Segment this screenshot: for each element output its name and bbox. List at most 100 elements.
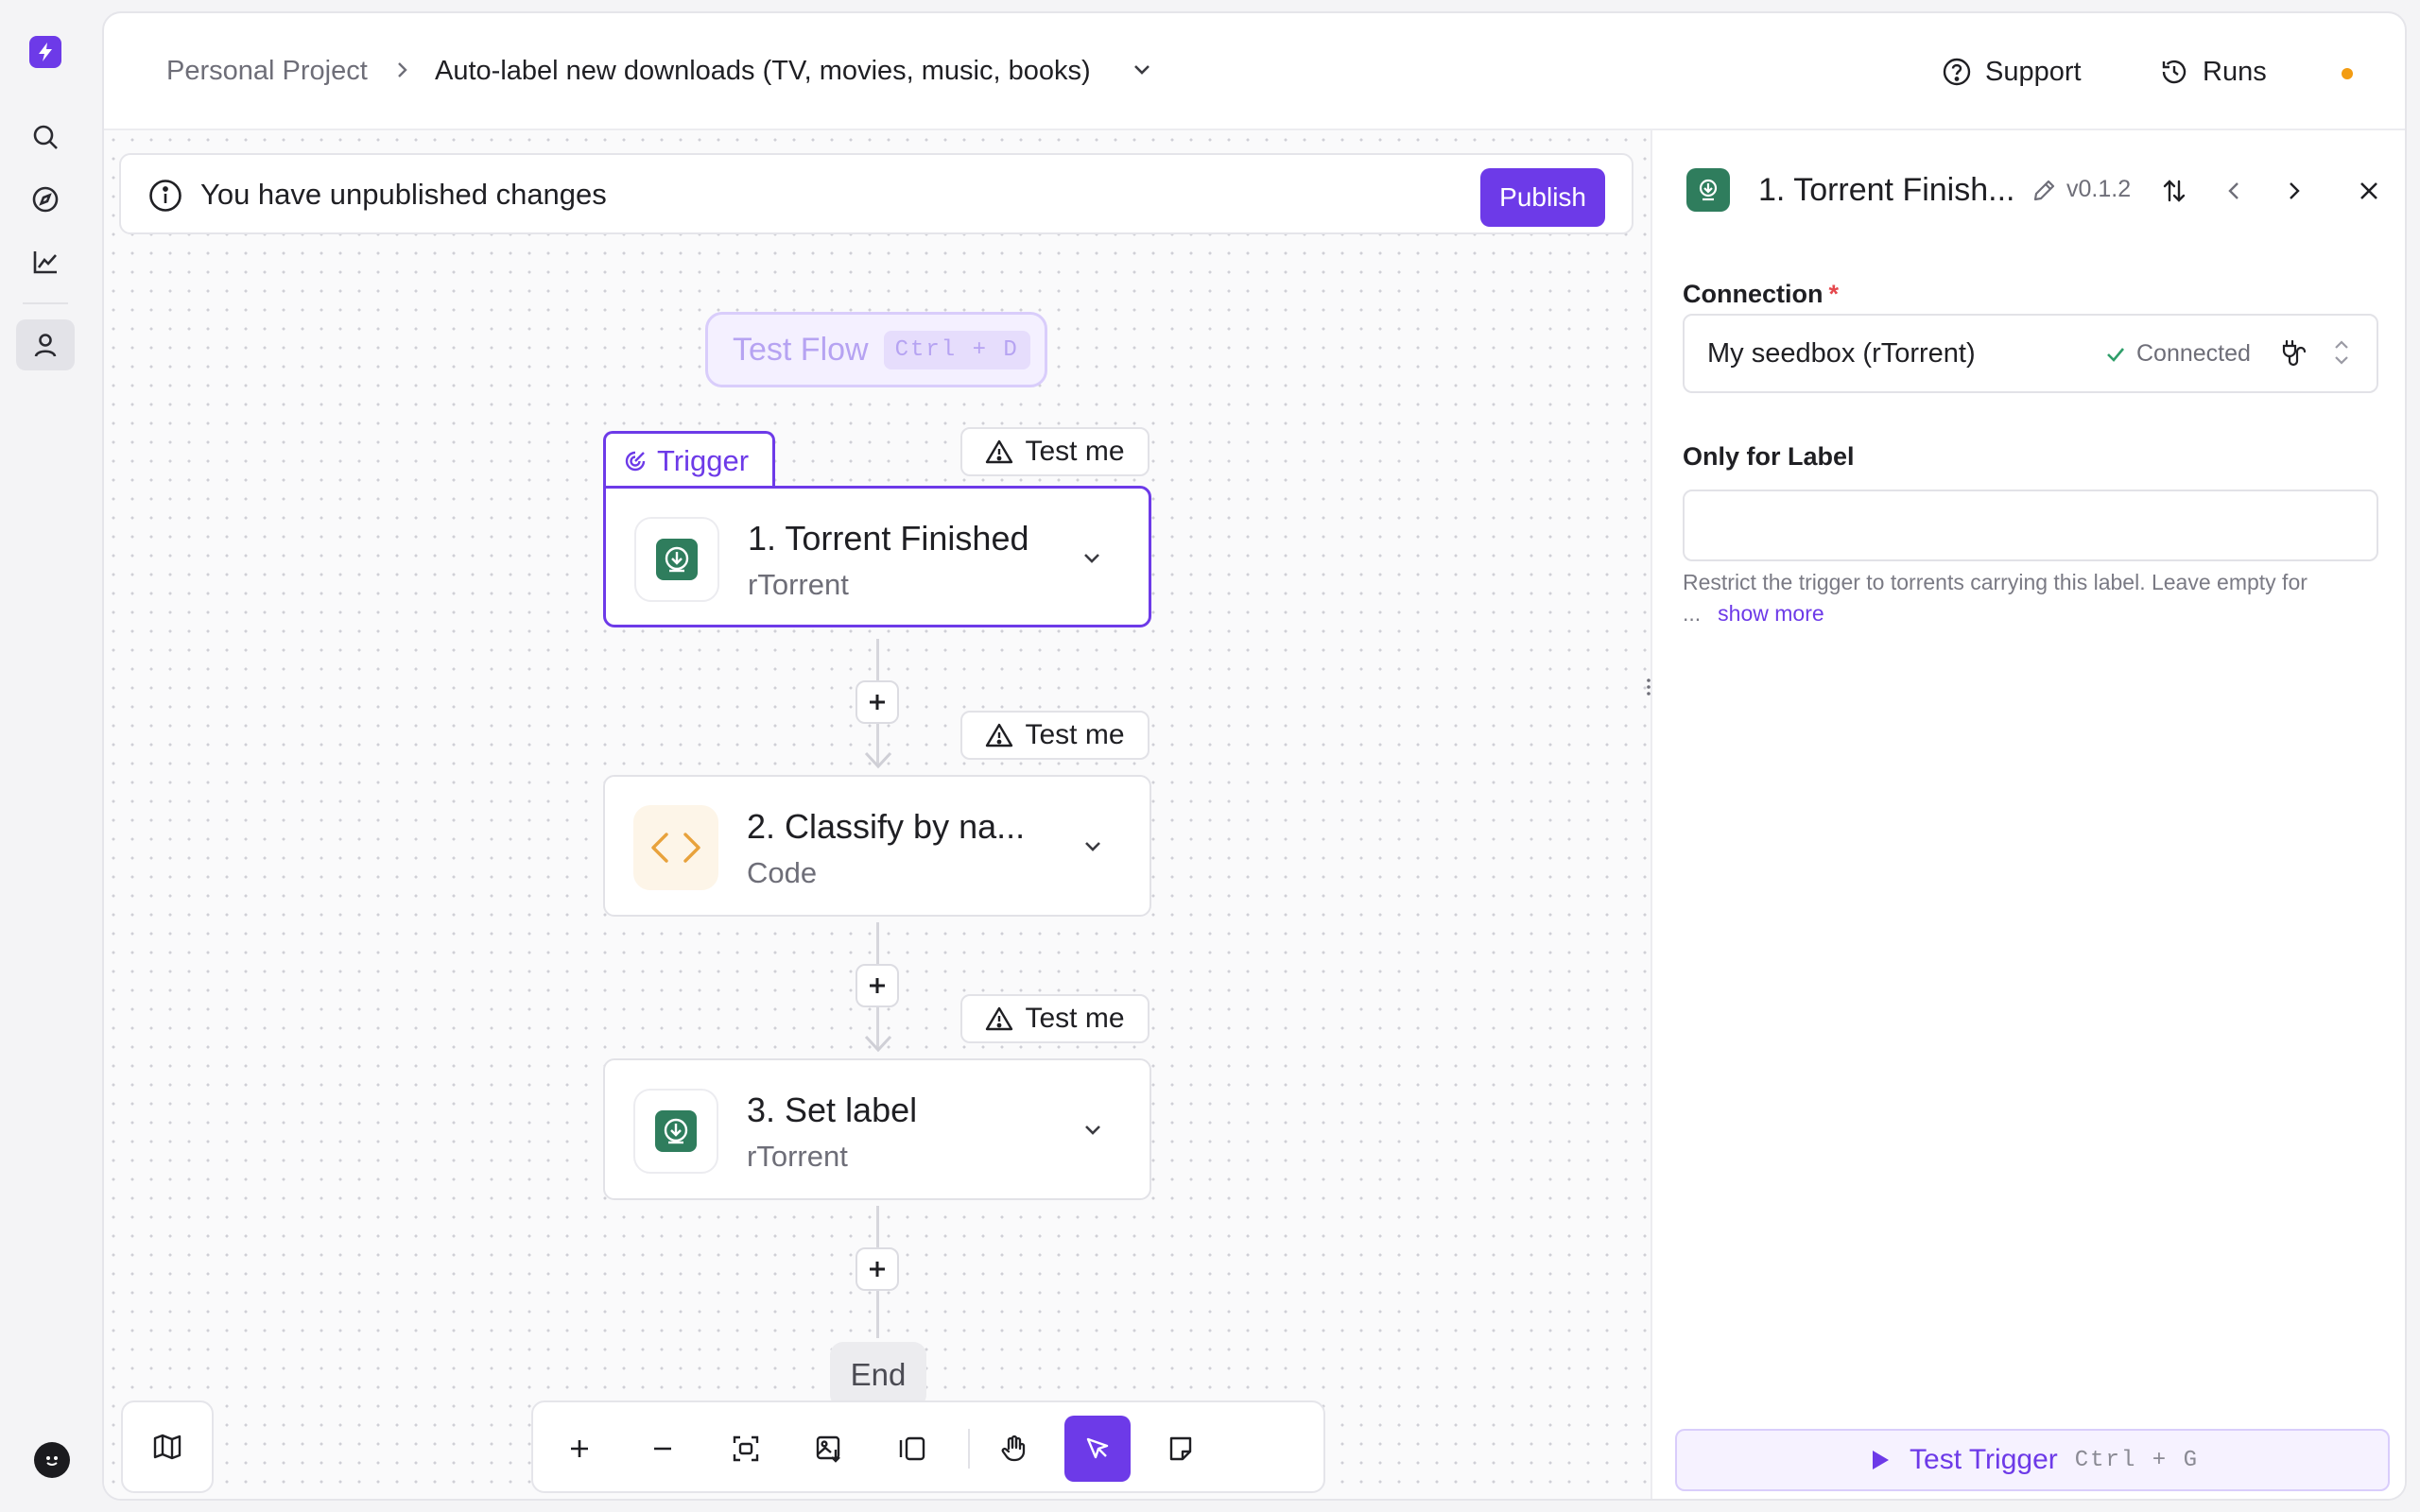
test-me-button[interactable]: Test me [960, 711, 1150, 760]
breadcrumb-project[interactable]: Personal Project [166, 56, 368, 87]
unpublished-banner: You have unpublished changes Publish [119, 153, 1634, 234]
test-me-label: Test me [1025, 436, 1125, 467]
pencil-icon[interactable] [2023, 170, 2065, 212]
label-input[interactable] [1683, 490, 2378, 561]
arrow-down-icon [863, 750, 893, 771]
search-icon[interactable] [16, 112, 75, 163]
chevron-updown-icon[interactable] [2329, 336, 2354, 369]
step-subtitle: Code [747, 856, 818, 889]
panel-toggle-icon[interactable] [879, 1416, 945, 1482]
test-trigger-button[interactable]: Test Trigger Ctrl + G [1675, 1429, 2390, 1491]
chevron-right-icon[interactable] [2273, 170, 2314, 212]
chevron-down-icon[interactable] [1079, 545, 1105, 572]
add-step-button[interactable] [856, 1247, 899, 1291]
label-field-label: Only for Label [1683, 442, 1855, 471]
add-step-button[interactable] [856, 680, 899, 724]
warning-icon [985, 1005, 1013, 1032]
publish-button[interactable]: Publish [1480, 168, 1605, 227]
trigger-icon [623, 449, 648, 473]
runs-button[interactable]: Runs [2159, 47, 2267, 96]
close-icon[interactable] [2348, 170, 2390, 212]
step-title: 1. Torrent Finished [748, 519, 1029, 558]
rtorrent-icon [1686, 168, 1730, 212]
avatar[interactable] [34, 1442, 70, 1478]
left-sidebar [0, 0, 102, 1512]
top-bar: Personal Project Auto-label new download… [104, 13, 2405, 130]
rtorrent-icon [633, 1089, 718, 1174]
user-icon[interactable] [16, 319, 75, 370]
toolbar-divider [968, 1429, 970, 1469]
check-icon [2104, 343, 2127, 366]
connection-field-label: Connection * [1683, 280, 1839, 309]
chevron-down-icon[interactable] [1131, 59, 1153, 81]
image-export-icon[interactable] [796, 1416, 862, 1482]
test-me-button[interactable]: Test me [960, 427, 1150, 476]
pointer-tool-icon[interactable] [1064, 1416, 1131, 1482]
step-card[interactable]: 1. Torrent Finished rTorrent [603, 486, 1151, 627]
swap-icon[interactable] [2153, 170, 2195, 212]
help-circle-icon [1942, 57, 1972, 87]
add-step-button[interactable] [856, 964, 899, 1007]
fit-view-icon[interactable] [713, 1416, 779, 1482]
connection-status: Connected [2104, 340, 2251, 368]
flow-canvas[interactable]: You have unpublished changes Publish Tes… [104, 130, 1651, 1499]
hand-tool-icon[interactable] [981, 1416, 1047, 1482]
step-settings-panel: 1. Torrent Finish... v0.1.2 Connection * … [1651, 130, 2405, 1499]
play-icon [1866, 1447, 1893, 1473]
step-card[interactable]: 2. Classify by na... Code [603, 775, 1151, 917]
test-flow-shortcut: Ctrl + D [883, 330, 1030, 369]
connection-value: My seedbox (rTorrent) [1707, 338, 1976, 369]
canvas-toolbar [531, 1400, 1325, 1493]
warning-icon [985, 722, 1013, 748]
test-trigger-shortcut: Ctrl + G [2074, 1447, 2199, 1473]
trigger-tab: Trigger [603, 431, 775, 488]
sidebar-divider [23, 302, 68, 304]
test-flow-label: Test Flow [733, 331, 869, 368]
required-mark: * [1828, 280, 1840, 308]
info-icon [147, 178, 183, 214]
warning-icon [985, 438, 1013, 465]
test-trigger-label: Test Trigger [1910, 1444, 2058, 1475]
test-me-button[interactable]: Test me [960, 994, 1150, 1043]
chevron-right-icon [393, 59, 412, 81]
help-text-block: Restrict the trigger to torrents carryin… [1683, 567, 2373, 629]
note-tool-icon[interactable] [1148, 1416, 1214, 1482]
zoom-in-icon[interactable] [546, 1416, 613, 1482]
test-me-label: Test me [1025, 1003, 1125, 1034]
trigger-label: Trigger [657, 443, 750, 477]
connection-select[interactable]: My seedbox (rTorrent) Connected [1683, 314, 2378, 393]
banner-message: You have unpublished changes [200, 178, 607, 211]
rtorrent-icon [634, 517, 719, 602]
show-more-link[interactable]: show more [1718, 601, 1824, 626]
minimap-button[interactable] [121, 1400, 214, 1493]
arrow-down-icon [863, 1034, 893, 1055]
connection-label-text: Connection [1683, 280, 1824, 308]
test-me-label: Test me [1025, 719, 1125, 750]
flow-name[interactable]: Auto-label new downloads (TV, movies, mu… [435, 56, 1091, 87]
runs-label: Runs [2203, 56, 2267, 87]
chevron-left-icon[interactable] [2214, 170, 2256, 212]
builder-frame: Personal Project Auto-label new download… [102, 11, 2407, 1501]
step-title: 3. Set label [747, 1091, 918, 1129]
support-button[interactable]: Support [1942, 47, 2082, 96]
chevron-down-icon[interactable] [1080, 833, 1106, 860]
chevron-down-icon[interactable] [1080, 1117, 1106, 1143]
step-subtitle: rTorrent [748, 568, 849, 601]
map-icon [151, 1431, 183, 1463]
step-title: 2. Classify by na... [747, 807, 1026, 846]
chart-icon[interactable] [16, 236, 75, 287]
bolt-logo[interactable] [29, 36, 61, 68]
step-card[interactable]: 3. Set label rTorrent [603, 1058, 1151, 1200]
plug-icon[interactable] [2278, 338, 2307, 369]
compass-icon[interactable] [16, 174, 75, 225]
panel-title[interactable]: 1. Torrent Finish... [1758, 172, 2015, 209]
version-label: v0.1.2 [2066, 176, 2132, 202]
zoom-out-icon[interactable] [630, 1416, 696, 1482]
code-icon [633, 805, 718, 890]
end-node: End [830, 1342, 926, 1408]
test-flow-button[interactable]: Test Flow Ctrl + D [705, 312, 1047, 387]
support-label: Support [1985, 56, 2082, 87]
step-subtitle: rTorrent [747, 1140, 848, 1173]
status-dot [2342, 68, 2353, 79]
connection-status-text: Connected [2136, 340, 2251, 367]
